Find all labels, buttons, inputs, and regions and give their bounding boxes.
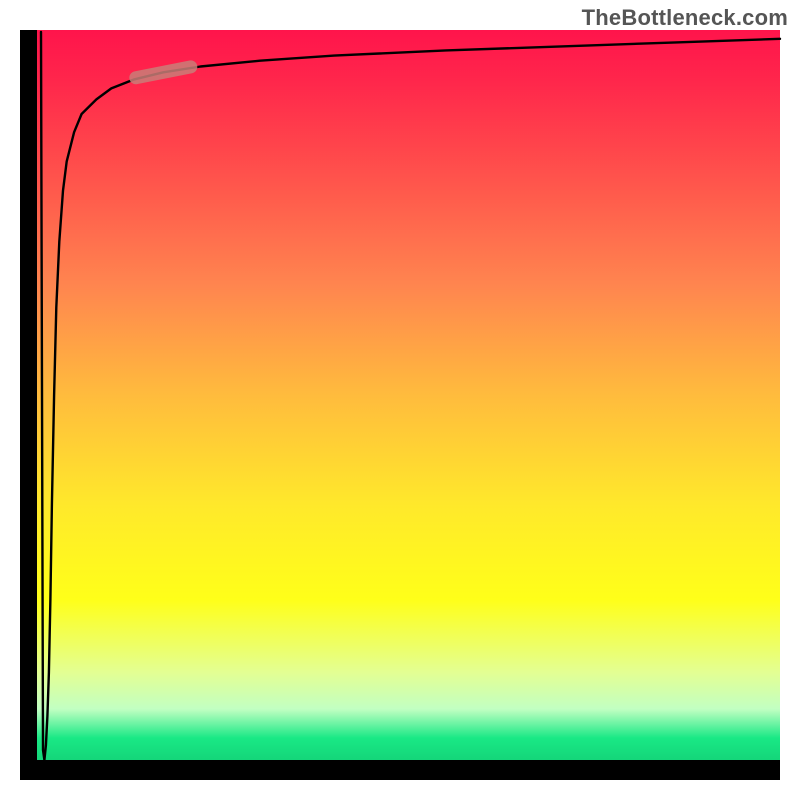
bottleneck-curve xyxy=(41,32,780,760)
watermark-text: TheBottleneck.com xyxy=(582,5,788,31)
highlight-marker xyxy=(136,67,191,78)
chart-frame: TheBottleneck.com xyxy=(0,0,800,800)
curve-svg xyxy=(20,30,780,780)
plot-area xyxy=(20,30,780,780)
